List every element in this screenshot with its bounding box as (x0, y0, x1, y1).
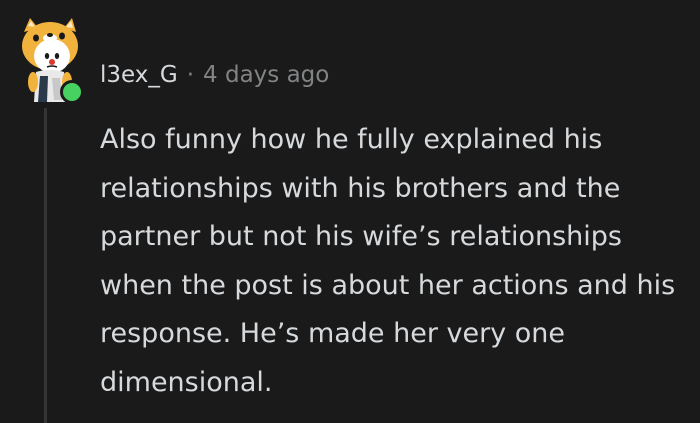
online-status-indicator (60, 80, 84, 104)
comment: l3ex_G · 4 days ago Also funny how he fu… (0, 0, 700, 423)
meta-separator: · (186, 62, 195, 88)
username-link[interactable]: l3ex_G (100, 58, 178, 92)
comment-header: l3ex_G · 4 days ago (100, 58, 329, 92)
comment-timestamp[interactable]: 4 days ago (203, 58, 329, 92)
comment-body: Also funny how he fully explained his re… (100, 124, 676, 398)
user-avatar[interactable] (14, 16, 86, 104)
thread-line[interactable] (44, 108, 47, 423)
